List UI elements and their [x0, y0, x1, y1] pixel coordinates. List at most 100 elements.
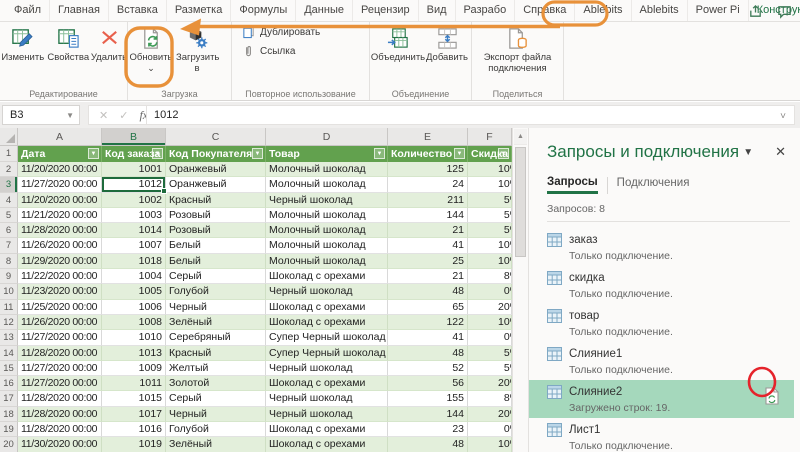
grid-cell[interactable]: 10% [468, 177, 512, 192]
load-to-button[interactable]: Загрузить в [174, 27, 220, 74]
grid-cell[interactable]: Красный [166, 346, 266, 361]
row-header-16[interactable]: 16 [0, 376, 18, 391]
query-item-товар[interactable]: товарТолько подключение. [529, 304, 794, 342]
query-item-слияние2[interactable]: Слияние2Загружено строк: 19. [529, 380, 794, 418]
ribbon-tab-файл[interactable]: Файл [6, 0, 50, 21]
grid-cell[interactable]: 5% [468, 346, 512, 361]
grid-cell[interactable]: Черный шоколад [266, 193, 388, 208]
grid-cell[interactable]: 10% [468, 437, 512, 452]
filter-dropdown-icon[interactable]: ▼ [152, 148, 163, 159]
grid-cell[interactable]: Молочный шоколад [266, 208, 388, 223]
grid-cell[interactable]: Черный шоколад [266, 391, 388, 406]
grid-cell[interactable]: 1017 [102, 407, 166, 422]
grid-cell[interactable]: 11/27/2020 00:00 [18, 376, 102, 391]
panel-tab-запросы[interactable]: Запросы [547, 176, 598, 194]
scrollbar-thumb[interactable] [515, 147, 526, 257]
row-header-17[interactable]: 17 [0, 391, 18, 406]
row-header-18[interactable]: 18 [0, 407, 18, 422]
grid-cell[interactable]: 155 [388, 391, 468, 406]
grid-cell[interactable]: Розовый [166, 208, 266, 223]
grid-cell[interactable]: Шоколад с орехами [266, 269, 388, 284]
grid-cell[interactable]: 48 [388, 346, 468, 361]
grid-cell[interactable]: Шоколад с орехами [266, 300, 388, 315]
grid-cell[interactable]: Шоколад с орехами [266, 422, 388, 437]
row-header-14[interactable]: 14 [0, 346, 18, 361]
grid-cell[interactable]: 24 [388, 177, 468, 192]
edit-query-button[interactable]: Изменить [0, 27, 46, 64]
grid-cell[interactable]: 20% [468, 376, 512, 391]
grid-cell[interactable]: 144 [388, 208, 468, 223]
ribbon-tab-power-pi[interactable]: Power Pi [688, 0, 749, 21]
grid-cell[interactable]: 1015 [102, 391, 166, 406]
grid-cell[interactable]: Желтый [166, 361, 266, 376]
table-header-cell[interactable]: Дата▼ [18, 146, 102, 162]
grid-cell[interactable]: Красный [166, 193, 266, 208]
row-header-2[interactable]: 2 [0, 162, 18, 177]
ribbon-tab-справка[interactable]: Справка [515, 0, 575, 21]
row-header-20[interactable]: 20 [0, 437, 18, 452]
expand-formula-bar-icon[interactable]: ˅ [780, 108, 786, 126]
grid-cell[interactable]: 1018 [102, 254, 166, 269]
column-header-A[interactable]: A [18, 128, 102, 145]
grid-cell[interactable]: Серебряный [166, 330, 266, 345]
ribbon-tab-главная[interactable]: Главная [50, 0, 109, 21]
grid-cell[interactable]: 52 [388, 361, 468, 376]
column-header-E[interactable]: E [388, 128, 468, 145]
select-all-corner[interactable] [0, 128, 18, 145]
grid-cell[interactable]: 11/21/2020 00:00 [18, 208, 102, 223]
grid-cell[interactable]: 1005 [102, 284, 166, 299]
grid-cell[interactable]: 11/27/2020 00:00 [18, 177, 102, 192]
comment-icon[interactable] [777, 4, 792, 19]
grid-cell[interactable]: 1010 [102, 330, 166, 345]
grid-cell[interactable]: Шоколад с орехами [266, 315, 388, 330]
row-header-7[interactable]: 7 [0, 238, 18, 253]
grid-cell[interactable]: Зелёный [166, 437, 266, 452]
grid-cell[interactable]: 8% [468, 391, 512, 406]
column-header-D[interactable]: D [266, 128, 388, 145]
grid-cell[interactable]: Супер Черный шоколад [266, 330, 388, 345]
row-header-12[interactable]: 12 [0, 315, 18, 330]
ribbon-tab-ablebits[interactable]: Ablebits [632, 0, 688, 21]
grid-cell[interactable]: Оранжевый [166, 162, 266, 177]
grid-cell[interactable]: Розовый [166, 223, 266, 238]
grid-cell[interactable]: 11/28/2020 00:00 [18, 407, 102, 422]
grid-cell[interactable]: Молочный шоколад [266, 223, 388, 238]
grid-cell[interactable]: 11/29/2020 00:00 [18, 254, 102, 269]
grid-cell[interactable]: 65 [388, 300, 468, 315]
name-box-caret-icon[interactable]: ▼ [66, 106, 74, 125]
grid-cell[interactable]: 11/30/2020 00:00 [18, 437, 102, 452]
grid-cell[interactable]: 0% [468, 330, 512, 345]
grid-cell[interactable]: 144 [388, 407, 468, 422]
filter-dropdown-icon[interactable]: ▼ [374, 148, 385, 159]
row-header-9[interactable]: 9 [0, 269, 18, 284]
grid-cell[interactable]: 20% [468, 407, 512, 422]
row-header-1[interactable]: 1 [0, 146, 18, 162]
row-header-11[interactable]: 11 [0, 300, 18, 315]
confirm-entry-icon[interactable]: ✓ [119, 109, 128, 122]
grid-cell[interactable]: 1011 [102, 376, 166, 391]
grid-cell[interactable]: 11/25/2020 00:00 [18, 300, 102, 315]
share-icon[interactable] [748, 4, 763, 19]
refresh-button[interactable]: Обновить ⌄ [128, 27, 174, 72]
column-header-B[interactable]: B [102, 128, 166, 145]
grid-cell[interactable]: 1016 [102, 422, 166, 437]
grid-cell[interactable]: Супер Черный шоколад [266, 346, 388, 361]
row-header-8[interactable]: 8 [0, 254, 18, 269]
grid-cell[interactable]: Голубой [166, 422, 266, 437]
grid-cell[interactable]: 8% [468, 269, 512, 284]
formula-input[interactable]: 1012 ˅ [146, 105, 795, 125]
grid-cell[interactable]: Золотой [166, 376, 266, 391]
refresh-dropdown-caret-icon[interactable]: ⌄ [147, 64, 155, 72]
grid-cell[interactable]: Белый [166, 238, 266, 253]
grid-cell[interactable]: Белый [166, 254, 266, 269]
vertical-scrollbar[interactable]: ▲ [512, 128, 528, 452]
grid-cell[interactable]: 5% [468, 223, 512, 238]
row-header-13[interactable]: 13 [0, 330, 18, 345]
grid-cell[interactable]: Черный [166, 300, 266, 315]
row-header-5[interactable]: 5 [0, 208, 18, 223]
append-button[interactable]: Добавить [424, 27, 470, 64]
grid-cell[interactable]: 10% [468, 238, 512, 253]
grid-cell[interactable]: Черный шоколад [266, 284, 388, 299]
grid-cell[interactable]: 1003 [102, 208, 166, 223]
grid-cell[interactable]: 11/26/2020 00:00 [18, 315, 102, 330]
